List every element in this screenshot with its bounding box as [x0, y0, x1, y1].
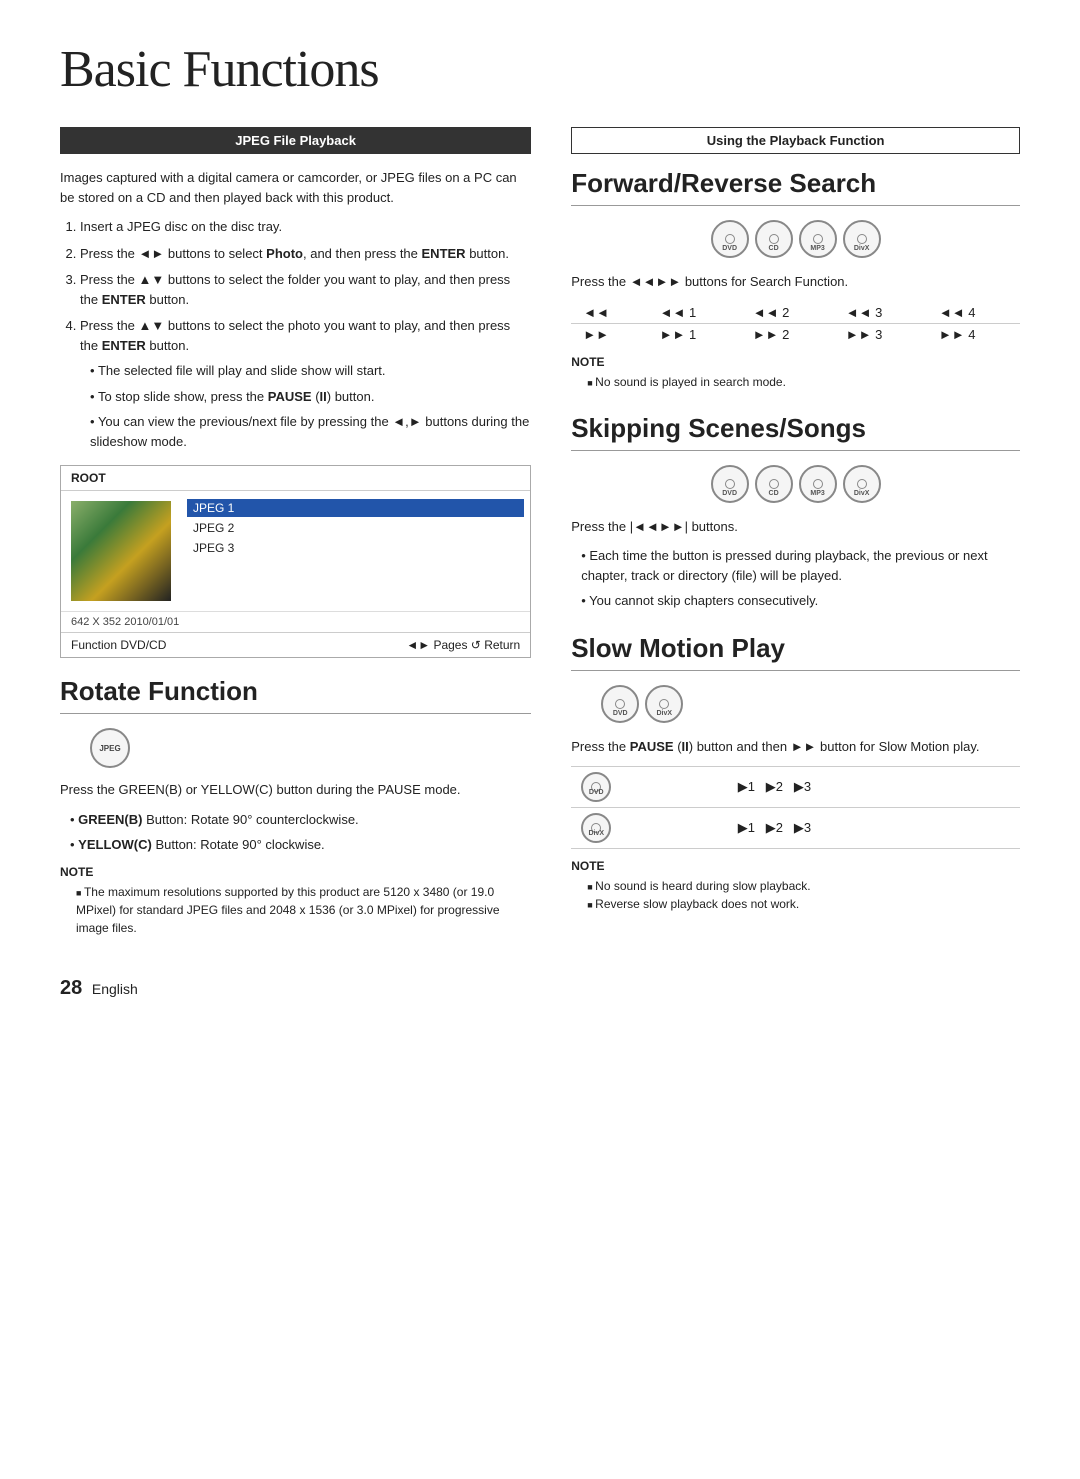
speed-rwd-2: ◄◄ 2	[741, 302, 834, 324]
speed-fwd-3: ►► 3	[834, 323, 927, 345]
slow-divx-speeds: ▶1 ▶2 ▶3	[728, 808, 1020, 849]
slow-row-dvd: DVD ▶1 ▶2 ▶3	[571, 767, 1020, 808]
rotate-title: Rotate Function	[60, 676, 531, 714]
page-number-block: 28 English	[60, 977, 531, 1000]
skipping-bullets: Each time the button is pressed during p…	[581, 546, 1020, 611]
forward-reverse-title: Forward/Reverse Search	[571, 168, 1020, 206]
fb-item-jpeg2[interactable]: JPEG 2	[187, 519, 524, 537]
jpeg-steps: Insert a JPEG disc on the disc tray. Pre…	[80, 217, 531, 451]
forward-reverse-section: Forward/Reverse Search DVD CD	[571, 168, 1020, 391]
speeds-row-1: ◄◄ ◄◄ 1 ◄◄ 2 ◄◄ 3 ◄◄ 4	[571, 302, 1020, 324]
slow-dvd-speeds: ▶1 ▶2 ▶3	[728, 767, 1020, 808]
file-browser: ROOT JPEG 1 JPEG 2 JPEG 3 642 X 352 2010…	[60, 465, 531, 658]
speed-fwd-4: ►► 4	[927, 323, 1020, 345]
skipping-desc: Press the |◄◄►►| buttons.	[571, 517, 1020, 537]
slow-badge-dvd: DVD	[601, 685, 639, 723]
skip-badge-cd: CD	[755, 465, 793, 503]
rotate-section: Rotate Function JPEG Press the GREEN(B) …	[60, 676, 531, 937]
skipping-section: Skipping Scenes/Songs DVD CD	[571, 413, 1020, 611]
fb-file-list: JPEG 1 JPEG 2 JPEG 3	[181, 491, 530, 611]
fb-item-jpeg3[interactable]: JPEG 3	[187, 539, 524, 557]
slow-motion-section: Slow Motion Play DVD DivX Press the PAUS…	[571, 633, 1020, 914]
slow-badge-divx: DivX	[645, 685, 683, 723]
rotate-badge-label: JPEG	[99, 744, 120, 753]
speed-rwd-4: ◄◄ 4	[927, 302, 1020, 324]
rotate-note-item-1: The maximum resolutions supported by thi…	[76, 883, 531, 937]
slow-motion-badges: DVD DivX	[601, 685, 1020, 723]
speed-rwd-icon: ◄◄	[571, 302, 647, 324]
playback-section-header: Using the Playback Function	[571, 127, 1020, 154]
speed-rwd-1: ◄◄ 1	[648, 302, 741, 324]
slow-motion-note-label: NOTE	[571, 859, 1020, 873]
step-1: Insert a JPEG disc on the disc tray.	[80, 217, 531, 237]
badge-mp3: MP3	[799, 220, 837, 258]
badge-divx: DivX	[843, 220, 881, 258]
step-4-subitems: The selected file will play and slide sh…	[90, 361, 531, 451]
slow-motion-title: Slow Motion Play	[571, 633, 1020, 671]
skipping-badges: DVD CD MP3	[571, 465, 1020, 503]
fb-footer-left: Function DVD/CD	[71, 638, 166, 652]
sub-bullet-3: You can view the previous/next file by p…	[90, 412, 531, 451]
slow-motion-note: NOTE No sound is heard during slow playb…	[571, 859, 1020, 913]
sub-bullet-1: The selected file will play and slide sh…	[90, 361, 531, 381]
slow-motion-desc: Press the PAUSE (II) button and then ►► …	[571, 737, 1020, 757]
skip-badge-mp3: MP3	[799, 465, 837, 503]
fb-footer: Function DVD/CD ◄► Pages ↺ Return	[61, 632, 530, 657]
rotate-note-label: NOTE	[60, 865, 531, 879]
skipping-bullet-2: You cannot skip chapters consecutively.	[581, 591, 1020, 611]
speed-rwd-3: ◄◄ 3	[834, 302, 927, 324]
step-2: Press the ◄► buttons to select Photo, an…	[80, 244, 531, 264]
jpeg-intro: Images captured with a digital camera or…	[60, 168, 531, 207]
badge-cd: CD	[755, 220, 793, 258]
forward-reverse-desc: Press the ◄◄►► buttons for Search Functi…	[571, 272, 1020, 292]
slow-motion-table: DVD ▶1 ▶2 ▶3 DivX ▶1 ▶2 ▶3	[571, 766, 1020, 849]
rotate-description: Press the GREEN(B) or YELLOW(C) button d…	[60, 780, 531, 800]
fb-body: JPEG 1 JPEG 2 JPEG 3	[61, 491, 530, 611]
step-3: Press the ▲▼ buttons to select the folde…	[80, 270, 531, 309]
badge-dvd: DVD	[711, 220, 749, 258]
slow-note-item-2: Reverse slow playback does not work.	[587, 895, 1020, 913]
slow-note-item-1: No sound is heard during slow playback.	[587, 877, 1020, 895]
sub-bullet-2: To stop slide show, press the PAUSE (II)…	[90, 387, 531, 407]
fb-item-jpeg1[interactable]: JPEG 1	[187, 499, 524, 517]
rotate-jpeg-badge: JPEG	[90, 728, 130, 768]
skipping-bullet-1: Each time the button is pressed during p…	[581, 546, 1020, 585]
slow-dvd-badge: DVD	[571, 767, 728, 808]
fb-info: 642 X 352 2010/01/01	[61, 611, 530, 632]
skipping-title: Skipping Scenes/Songs	[571, 413, 1020, 451]
right-column: Using the Playback Function Forward/Reve…	[571, 127, 1020, 1000]
left-column: JPEG File Playback Images captured with …	[60, 127, 531, 1000]
page-title: Basic Functions	[60, 40, 1020, 99]
forward-reverse-note-label: NOTE	[571, 355, 1020, 369]
forward-reverse-note-list: No sound is played in search mode.	[587, 373, 1020, 391]
speed-fwd-icon: ►►	[571, 323, 647, 345]
slow-motion-note-list: No sound is heard during slow playback. …	[587, 877, 1020, 913]
step-4: Press the ▲▼ buttons to select the photo…	[80, 316, 531, 451]
slow-row-divx: DivX ▶1 ▶2 ▶3	[571, 808, 1020, 849]
speeds-row-2: ►► ►► 1 ►► 2 ►► 3 ►► 4	[571, 323, 1020, 345]
rotate-bullets: GREEN(B) Button: Rotate 90° counterclock…	[70, 810, 531, 855]
forward-reverse-note-item-1: No sound is played in search mode.	[587, 373, 1020, 391]
rotate-bullet-2: YELLOW(C) Button: Rotate 90° clockwise.	[70, 835, 531, 855]
forward-reverse-badges: DVD CD MP3	[571, 220, 1020, 258]
page-number: 28	[60, 977, 82, 999]
rotate-bullet-1: GREEN(B) Button: Rotate 90° counterclock…	[70, 810, 531, 830]
rotate-note-list: The maximum resolutions supported by thi…	[76, 883, 531, 937]
speeds-table: ◄◄ ◄◄ 1 ◄◄ 2 ◄◄ 3 ◄◄ 4 ►► ►► 1 ►► 2 ►► 3…	[571, 302, 1020, 345]
skip-badge-divx: DivX	[843, 465, 881, 503]
page-language: English	[92, 981, 138, 997]
fb-thumbnail	[71, 501, 171, 601]
speed-fwd-2: ►► 2	[741, 323, 834, 345]
fb-footer-right: ◄► Pages ↺ Return	[406, 638, 520, 652]
jpeg-section-header: JPEG File Playback	[60, 127, 531, 154]
speed-fwd-1: ►► 1	[648, 323, 741, 345]
skip-badge-dvd: DVD	[711, 465, 749, 503]
slow-divx-badge: DivX	[571, 808, 728, 849]
forward-reverse-note: NOTE No sound is played in search mode.	[571, 355, 1020, 391]
fb-header: ROOT	[61, 466, 530, 491]
rotate-note: NOTE The maximum resolutions supported b…	[60, 865, 531, 937]
